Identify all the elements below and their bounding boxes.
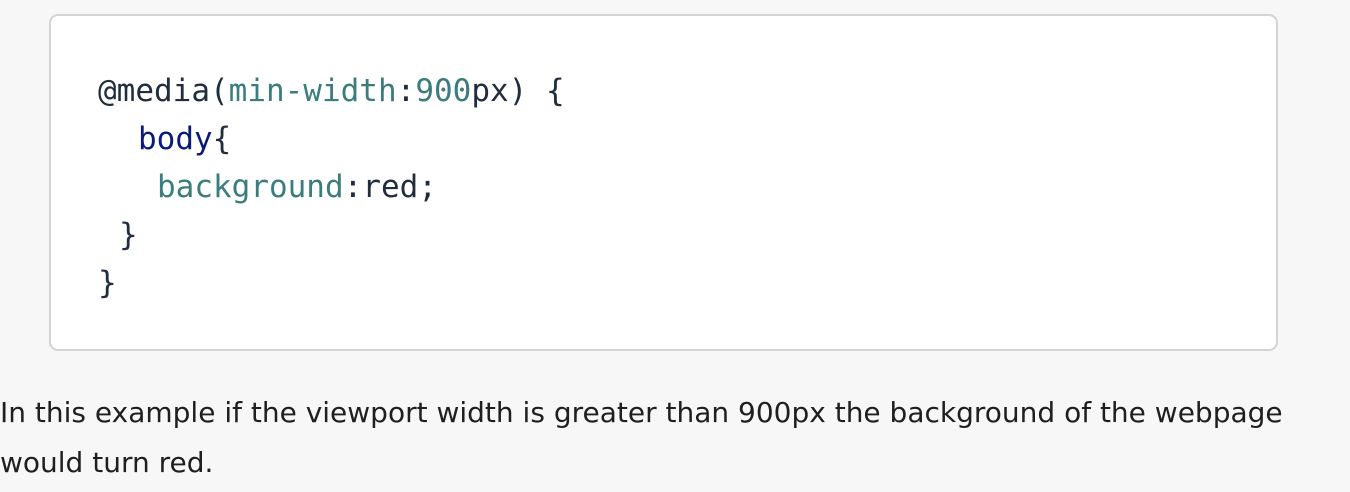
code-media-feature: min-width: [228, 73, 397, 109]
code-at-rule: @media(: [98, 73, 229, 109]
code-line-close-inner: }: [119, 211, 138, 259]
code-property: background: [157, 169, 344, 205]
description-text: In this example if the viewport width is…: [0, 396, 1283, 479]
code-line-declaration: background:red;: [157, 163, 437, 211]
code-colon: :: [396, 73, 416, 109]
code-close-brace: }: [119, 217, 138, 253]
code-colon: :: [343, 169, 363, 205]
code-line-close-outer: }: [98, 259, 117, 307]
code-number: 900: [415, 73, 472, 109]
code-block: @media(min-width:900px) { body{ backgrou…: [49, 14, 1278, 351]
code-unit-close: px) {: [471, 73, 565, 109]
code-line-media-query: @media(min-width:900px) {: [98, 67, 565, 115]
code-selector: body: [138, 121, 213, 157]
code-line-selector: body{: [138, 115, 231, 163]
code-close-brace: }: [98, 265, 117, 301]
code-value: red;: [362, 169, 437, 205]
code-open-brace: {: [212, 121, 232, 157]
